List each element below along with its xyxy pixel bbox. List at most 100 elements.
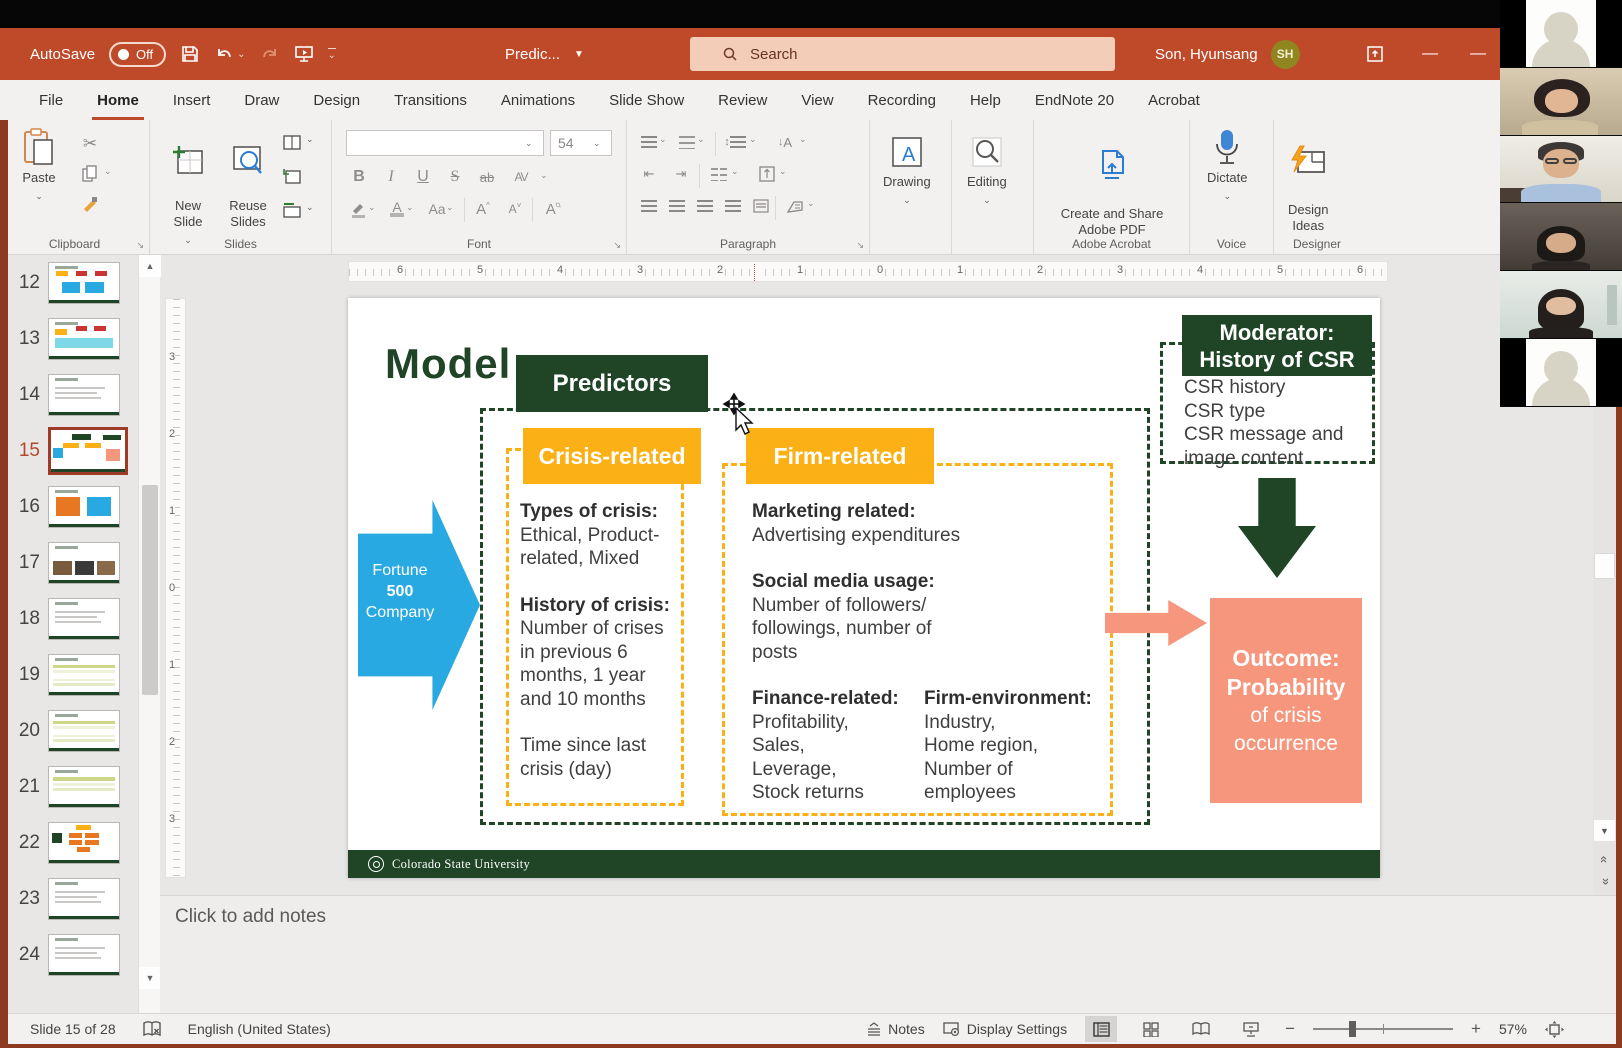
moderator-items[interactable]: CSR history CSR type CSR message and ima… xyxy=(1184,376,1380,470)
numbering-icon[interactable] xyxy=(675,130,699,154)
zoom-slider[interactable] xyxy=(1313,1028,1453,1030)
slide-sorter-view-button[interactable] xyxy=(1135,1016,1167,1042)
minimize-button-2[interactable]: — xyxy=(1458,28,1498,80)
notes-pane[interactable]: Click to add notes xyxy=(160,895,1616,1013)
tab-view[interactable]: View xyxy=(784,80,850,120)
slide-thumbnail-21[interactable]: 21 xyxy=(8,759,138,815)
chevron-down-icon[interactable]: ⌄ xyxy=(540,170,548,181)
slide-number-indicator[interactable]: Slide 15 of 28 xyxy=(30,1021,116,1037)
section-icon[interactable] xyxy=(280,198,304,222)
increase-font-size-button[interactable]: A^ xyxy=(470,196,496,222)
slide-thumbnail-18[interactable]: 18 xyxy=(8,591,138,647)
display-settings-button[interactable]: Display Settings xyxy=(943,1021,1067,1037)
moderator-header-box[interactable]: Moderator: History of CSR xyxy=(1182,315,1372,376)
thumbnail-preview[interactable] xyxy=(48,486,120,528)
tab-help[interactable]: Help xyxy=(953,80,1018,120)
chevron-down-icon[interactable]: ⌄ xyxy=(697,134,705,145)
video-tile-participant[interactable] xyxy=(1500,68,1622,136)
slide-thumbnail-19[interactable]: 19 xyxy=(8,647,138,703)
distribute-icon[interactable] xyxy=(749,194,773,218)
crisis-header-box[interactable]: Crisis-related xyxy=(523,428,701,484)
tab-endnote-20[interactable]: EndNote 20 xyxy=(1018,80,1131,120)
thumbnail-preview[interactable] xyxy=(48,598,120,640)
tab-file[interactable]: File xyxy=(22,80,80,120)
font-size-select[interactable]: 54⌄ xyxy=(550,130,612,156)
align-left-icon[interactable] xyxy=(637,194,661,218)
slide-thumbnail-13[interactable]: 13 xyxy=(8,311,138,367)
chevron-down-icon[interactable]: ⌄ xyxy=(731,166,739,177)
video-tile-avatar-placeholder[interactable] xyxy=(1500,339,1622,407)
tab-insert[interactable]: Insert xyxy=(156,80,228,120)
fit-slide-to-window-icon[interactable] xyxy=(1545,1021,1564,1038)
chevron-down-icon[interactable]: ⌄ xyxy=(779,166,787,177)
search-input[interactable]: Search xyxy=(690,37,1115,71)
create-share-pdf-button[interactable]: Create and Share Adobe PDF xyxy=(1044,132,1180,238)
chevron-down-icon[interactable]: ⌄ xyxy=(446,202,454,213)
customize-quick-access-icon[interactable]: ⌄ xyxy=(328,48,336,61)
strikethrough-button[interactable]: ab xyxy=(474,164,500,190)
ribbon-display-options-icon[interactable] xyxy=(1355,28,1395,80)
editing-button[interactable]: Editing ⌄ xyxy=(967,134,1007,208)
format-painter-icon[interactable] xyxy=(78,192,102,216)
thumbnail-preview[interactable] xyxy=(48,427,128,475)
video-tile-participant[interactable] xyxy=(1500,136,1622,204)
main-vertical-scrollbar[interactable]: ▼ « « xyxy=(1593,407,1616,895)
tab-home[interactable]: Home xyxy=(80,80,156,120)
tab-review[interactable]: Review xyxy=(701,80,784,120)
language-indicator[interactable]: English (United States) xyxy=(188,1021,331,1037)
character-spacing-button[interactable]: AV xyxy=(508,164,534,190)
normal-view-button[interactable] xyxy=(1085,1016,1117,1042)
decrease-font-size-button[interactable]: A˅ xyxy=(502,196,528,222)
underline-button[interactable]: U xyxy=(410,164,436,190)
thumbnail-preview[interactable] xyxy=(48,374,120,416)
bullets-icon[interactable] xyxy=(637,130,661,154)
previous-slide-button[interactable]: « xyxy=(1594,848,1615,869)
clipboard-dialog-launcher[interactable]: ↘ xyxy=(136,240,144,251)
reset-slide-icon[interactable] xyxy=(280,164,304,188)
tab-recording[interactable]: Recording xyxy=(851,80,953,120)
tab-draw[interactable]: Draw xyxy=(227,80,296,120)
tab-slide-show[interactable]: Slide Show xyxy=(592,80,701,120)
zoom-in-button[interactable]: + xyxy=(1471,1019,1481,1039)
thumbnail-preview[interactable] xyxy=(48,934,120,976)
zoom-slider-thumb[interactable] xyxy=(1349,1021,1356,1037)
design-ideas-button[interactable]: Design Ideas xyxy=(1288,128,1328,234)
predictors-header-box[interactable]: Predictors xyxy=(516,355,708,412)
slide-thumbnail-15[interactable]: 15 xyxy=(8,423,138,479)
align-center-icon[interactable] xyxy=(665,194,689,218)
reading-view-button[interactable] xyxy=(1185,1016,1217,1042)
redo-button[interactable] xyxy=(260,45,280,63)
thumbnail-preview[interactable] xyxy=(48,542,120,584)
accessibility-checker-icon[interactable] xyxy=(142,1020,162,1038)
italic-button[interactable]: I xyxy=(378,164,404,190)
text-direction-icon[interactable]: ↓A xyxy=(773,130,797,154)
video-tile-participant[interactable] xyxy=(1500,271,1622,339)
scroll-down-button[interactable]: ▼ xyxy=(1594,820,1615,841)
font-dialog-launcher[interactable]: ↘ xyxy=(613,240,621,251)
align-right-icon[interactable] xyxy=(693,194,717,218)
paragraph-dialog-launcher[interactable]: ↘ xyxy=(856,240,864,251)
tab-transitions[interactable]: Transitions xyxy=(377,80,484,120)
slideshow-view-button[interactable] xyxy=(1235,1016,1267,1042)
chevron-down-icon[interactable]: ⌄ xyxy=(368,202,376,213)
thumbnail-scrollbar[interactable]: ▲ ▼ xyxy=(138,255,160,1013)
chevron-down-icon[interactable]: ⌄ xyxy=(807,198,815,209)
slide-canvas[interactable]: Model Predictors Crisis-related Types of… xyxy=(348,298,1380,878)
minimize-button[interactable]: — xyxy=(1410,28,1450,80)
notes-toggle[interactable]: Notes xyxy=(866,1021,925,1037)
chevron-down-icon[interactable]: ⌄ xyxy=(749,134,757,145)
save-icon[interactable] xyxy=(180,44,200,64)
copy-icon[interactable] xyxy=(78,162,102,186)
columns-icon[interactable] xyxy=(707,162,731,186)
text-shadow-button[interactable]: S xyxy=(442,164,468,190)
slide-thumbnail-12[interactable]: 12 xyxy=(8,255,138,311)
slide-layout-icon[interactable] xyxy=(280,130,304,154)
slide-title[interactable]: Model xyxy=(385,340,511,388)
video-tile-participant[interactable] xyxy=(1500,203,1622,271)
thumbnail-preview[interactable] xyxy=(48,654,120,696)
crisis-text-block[interactable]: Types of crisis: Ethical, Product-relate… xyxy=(520,500,672,781)
firm-header-box[interactable]: Firm-related xyxy=(746,428,934,484)
scroll-down-button[interactable]: ▼ xyxy=(139,967,161,989)
chevron-down-icon[interactable]: ⌄ xyxy=(306,202,314,213)
line-spacing-icon[interactable]: ↕ xyxy=(723,130,747,154)
